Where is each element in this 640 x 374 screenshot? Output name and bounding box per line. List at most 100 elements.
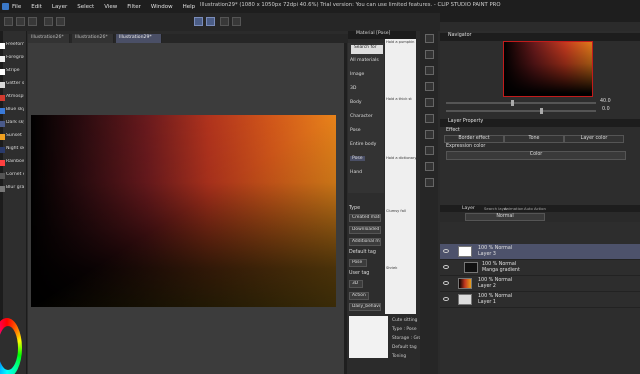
brush-item[interactable]: Cornet erase: [0, 172, 24, 181]
snap-icon[interactable]: [220, 17, 229, 26]
material-tree-item[interactable]: Pose: [350, 128, 361, 133]
user-tag-daily[interactable]: Daily_behavior: [349, 303, 381, 311]
rotate-value: 0.0: [602, 107, 610, 112]
tab-layer[interactable]: Layer: [462, 206, 475, 211]
ruler-icon[interactable]: [232, 17, 241, 26]
panel-icon-1[interactable]: [425, 34, 434, 43]
brush-item[interactable]: Sunset: [0, 133, 24, 142]
material-tree-item[interactable]: Entire body: [350, 142, 376, 147]
canvas-vertical-scrollbar[interactable]: [344, 43, 347, 374]
type-created[interactable]: Created material: [349, 214, 381, 222]
brush-label: Atmosphere: [6, 94, 24, 99]
rotate-slider-knob[interactable]: [540, 108, 543, 114]
menu-layer[interactable]: Layer: [52, 4, 67, 10]
layer-row[interactable]: 100 % Normal Manga gradient: [440, 260, 640, 276]
brush-label: Freeform: [6, 42, 24, 47]
material-tree-item[interactable]: Hand: [350, 170, 362, 175]
panel-icon-8[interactable]: [425, 146, 434, 155]
select-tool-icon[interactable]: [194, 17, 203, 26]
panel-icon-3[interactable]: [425, 66, 434, 75]
material-tree-item[interactable]: All materials: [350, 58, 379, 63]
layer-row[interactable]: 100 % Normal Layer 1: [440, 292, 640, 308]
menu-filter[interactable]: Filter: [127, 4, 141, 10]
panel-icon-7[interactable]: [425, 130, 434, 139]
menu-file[interactable]: File: [12, 4, 21, 10]
layer-color-button[interactable]: Layer color: [564, 135, 624, 143]
default-tag-label: Default tag: [349, 250, 376, 255]
open-file-icon[interactable]: [16, 17, 25, 26]
menu-view[interactable]: View: [104, 4, 117, 10]
brush-label: Sunset: [6, 133, 22, 138]
undo-icon[interactable]: [44, 17, 53, 26]
default-tag-pose[interactable]: Pose: [349, 259, 367, 267]
brush-item[interactable]: Rainbow: [0, 159, 24, 168]
brush-item[interactable]: Dark sky: [0, 120, 24, 129]
material-detail-preview: [349, 316, 388, 358]
navigator-preview[interactable]: [503, 41, 593, 97]
brush-item[interactable]: Foreground: [0, 55, 24, 64]
eye-icon[interactable]: [443, 297, 449, 301]
tab-document-1[interactable]: Illustration26*: [28, 34, 70, 43]
menu-help[interactable]: Help: [183, 4, 196, 10]
zoom-slider-knob[interactable]: [511, 100, 514, 106]
layer-thumbnail: [464, 262, 478, 273]
material-tree-item[interactable]: 3D: [350, 86, 356, 91]
type-downloaded[interactable]: Downloaded: [349, 226, 381, 234]
panel-icon-6[interactable]: [425, 114, 434, 123]
tone-button[interactable]: Tone: [504, 135, 564, 143]
layer-thumbnail: [458, 278, 472, 289]
redo-icon[interactable]: [56, 17, 65, 26]
brush-item[interactable]: Night sky: [0, 146, 24, 155]
brush-item[interactable]: Atmosphere: [0, 94, 24, 103]
user-tag-3d[interactable]: 3D: [349, 280, 363, 288]
brush-item[interactable]: Stripe: [0, 68, 24, 77]
new-file-icon[interactable]: [4, 17, 13, 26]
panel-icon-4[interactable]: [425, 82, 434, 91]
menu-select[interactable]: Select: [77, 4, 94, 10]
expression-color-select[interactable]: Color: [446, 151, 626, 160]
layer-row[interactable]: 100 % Normal Layer 2: [440, 276, 640, 292]
panel-icon-10[interactable]: [425, 178, 434, 187]
panel-icon-5[interactable]: [425, 98, 434, 107]
type-additional[interactable]: Additional material: [349, 238, 381, 246]
brush-item[interactable]: Glitter stripe: [0, 81, 24, 90]
layer-row[interactable]: 100 % Normal Layer 3: [440, 244, 640, 260]
material-search-input[interactable]: Search for: [351, 45, 383, 54]
brush-item[interactable]: Blur gradient: [0, 185, 24, 194]
tab-auto-action[interactable]: Auto Action: [524, 206, 546, 211]
rotate-slider[interactable]: [446, 110, 596, 112]
brush-label: Night sky: [6, 146, 24, 151]
material-tree-item[interactable]: Pose: [350, 156, 365, 161]
tab-document-3[interactable]: Illustration29*: [116, 34, 162, 43]
eye-icon[interactable]: [443, 281, 449, 285]
zoom-slider[interactable]: [446, 102, 596, 104]
panel-icon-2[interactable]: [425, 50, 434, 59]
user-tag-label: User tag: [349, 271, 370, 276]
save-icon[interactable]: [28, 17, 37, 26]
tab-animation[interactable]: Animation: [504, 206, 523, 211]
layer-name: Manga gradient: [482, 268, 520, 273]
border-effect-button[interactable]: Border effect: [444, 135, 504, 143]
brush-label: Glitter stripe: [6, 81, 24, 86]
blend-mode-select[interactable]: Normal: [465, 213, 545, 221]
panel-icon-9[interactable]: [425, 162, 434, 171]
material-tree-item[interactable]: Image: [350, 72, 364, 77]
material-thumbnails[interactable]: [385, 39, 416, 314]
material-thumb-caption: Hold a dictionary: [386, 156, 416, 160]
menu-window[interactable]: Window: [151, 4, 173, 10]
eye-icon[interactable]: [443, 249, 449, 253]
pen-tool-icon[interactable]: [206, 17, 215, 26]
user-tag-action[interactable]: Action: [349, 292, 369, 300]
brush-item[interactable]: Freeform: [0, 42, 24, 51]
brush-label: Blur gradient: [6, 185, 24, 190]
eye-icon[interactable]: [443, 265, 449, 269]
brush-item[interactable]: Blue sky: [0, 107, 24, 116]
material-tree-item[interactable]: Character: [350, 114, 373, 119]
layer-name: Layer 3: [478, 252, 496, 257]
layer-thumbnail: [458, 246, 472, 257]
menu-edit[interactable]: Edit: [31, 4, 42, 10]
material-tree-item[interactable]: Body: [350, 100, 362, 105]
detail-toning[interactable]: Toning: [392, 354, 406, 359]
tab-document-2[interactable]: Illustration26*: [72, 34, 114, 43]
brush-swatch: [0, 147, 5, 153]
